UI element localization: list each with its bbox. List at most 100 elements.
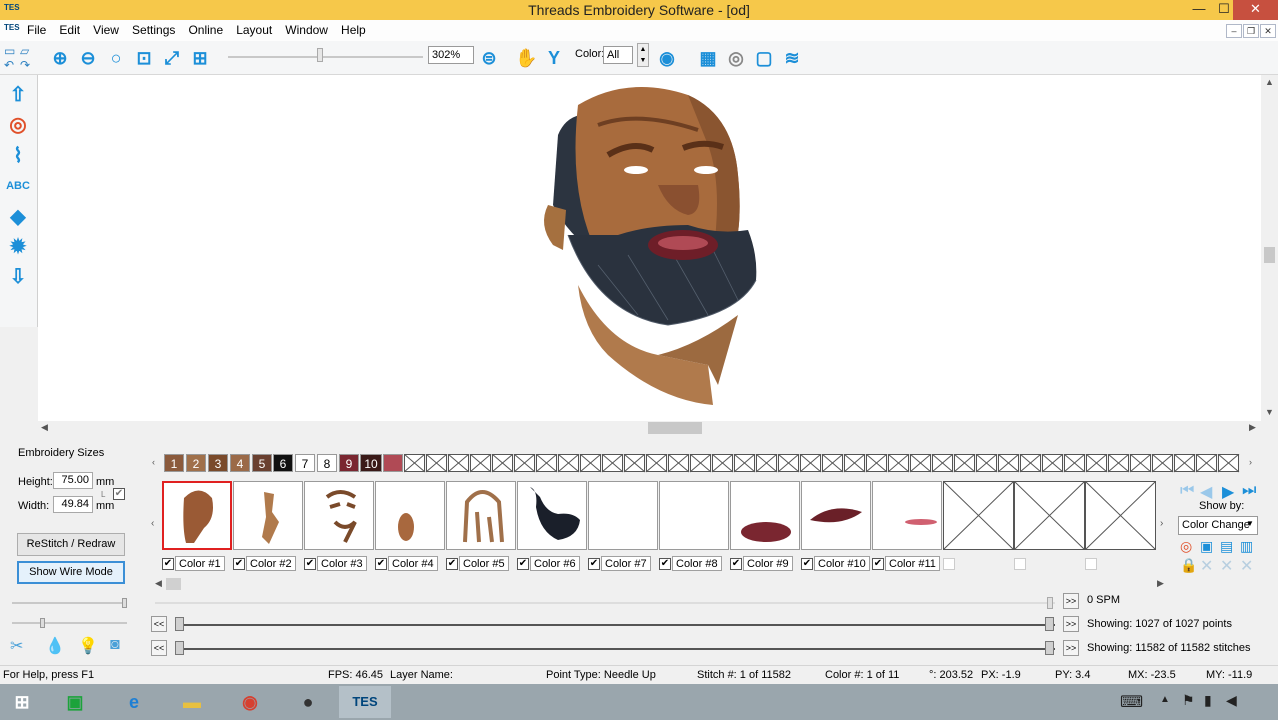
layer-thumb-11[interactable]	[872, 481, 942, 550]
target-icon[interactable]: ◎	[6, 113, 30, 137]
stitches-slider-end[interactable]	[1045, 641, 1054, 655]
page-icon[interactable]: ▢	[753, 47, 775, 69]
menu-file[interactable]: File	[22, 20, 51, 40]
layer-thumb-1[interactable]	[162, 481, 232, 550]
color-swatch-4[interactable]: 4	[230, 454, 250, 472]
aspect-lock-checkbox[interactable]: ✔	[113, 488, 125, 500]
flag-icon[interactable]: ⚑	[1182, 692, 1195, 709]
color-swatch-10[interactable]: 10	[360, 454, 382, 472]
layer-checkbox-1[interactable]: ✔	[162, 558, 174, 570]
menu-layout[interactable]: Layout	[231, 20, 277, 40]
last-frame-icon[interactable]: ⏭	[1242, 482, 1256, 500]
design-canvas[interactable]	[38, 75, 1261, 421]
zoom-in-icon[interactable]: ⊕	[49, 47, 71, 69]
size-slider-track[interactable]	[12, 622, 127, 624]
layer-checkbox-11[interactable]: ✔	[872, 558, 884, 570]
width-input[interactable]: 49.84	[53, 496, 93, 513]
color-spinner[interactable]: ▲ ▼	[637, 43, 649, 67]
delete-icon-3[interactable]: ✕	[1240, 556, 1253, 576]
color-filter-select[interactable]: All	[603, 46, 633, 64]
gear-icon[interactable]: ✹	[6, 235, 30, 259]
menu-window[interactable]: Window	[280, 20, 333, 40]
density-slider-thumb[interactable]	[122, 598, 127, 608]
doc-icon[interactable]: TES	[4, 23, 20, 32]
layer-thumb-5[interactable]	[446, 481, 516, 550]
layer-checkbox-2[interactable]: ✔	[233, 558, 245, 570]
stitches-slider-start[interactable]	[175, 641, 184, 655]
color-swatch-2[interactable]: 2	[186, 454, 206, 472]
layer-checkbox-4[interactable]: ✔	[375, 558, 387, 570]
size-slider-thumb[interactable]	[40, 618, 45, 628]
stitch-player-icon[interactable]: ◉	[656, 47, 678, 69]
color-swatch-8[interactable]: 8	[317, 454, 337, 472]
thumbs-prev-arrow[interactable]: ‹	[151, 518, 154, 529]
layer-thumb-8[interactable]	[659, 481, 729, 550]
select-tool-icon[interactable]: Y	[543, 47, 565, 69]
color-swatch-9[interactable]: 9	[339, 454, 359, 472]
layer-thumb-6[interactable]	[517, 481, 587, 550]
canvas-vertical-scrollbar[interactable]: ▲ ▼	[1261, 75, 1278, 421]
menu-help[interactable]: Help	[336, 20, 371, 40]
file-explorer-icon[interactable]: ▬	[172, 686, 212, 718]
stitches-prev-button[interactable]: <<	[151, 640, 167, 656]
minimize-button[interactable]: —	[1185, 0, 1213, 20]
tes-taskbar-button[interactable]: TES	[339, 686, 391, 718]
swatch-prev-arrow[interactable]: ‹	[152, 457, 155, 467]
zoom-icon[interactable]: ○	[105, 47, 127, 69]
grid-icon[interactable]: ▦	[697, 47, 719, 69]
keyboard-icon[interactable]: ⌨	[1120, 692, 1143, 712]
height-input[interactable]: 75.00	[53, 472, 93, 489]
zoom-slider-thumb[interactable]	[317, 48, 323, 62]
color-swatch-11[interactable]	[383, 454, 403, 472]
points-prev-button[interactable]: <<	[151, 616, 167, 632]
restitch-redraw-button[interactable]: ReStitch / Redraw	[17, 533, 125, 556]
lightbulb-icon[interactable]: 💡	[78, 636, 98, 656]
hscroll-thumb[interactable]	[648, 422, 702, 434]
undo-icon[interactable]: ↶	[4, 58, 14, 72]
color-swatch-7[interactable]: 7	[295, 454, 315, 472]
layer-checkbox-10[interactable]: ✔	[801, 558, 813, 570]
layer-scroll-left[interactable]: ◀	[155, 578, 162, 589]
menu-settings[interactable]: Settings	[127, 20, 180, 40]
chevron-down-icon[interactable]: ▼	[1246, 519, 1254, 528]
image-icon[interactable]: ▤	[1220, 538, 1233, 555]
scissors-icon[interactable]: ✂	[10, 636, 23, 656]
layer-scroll-thumb[interactable]	[166, 578, 181, 590]
hoop-icon[interactable]: ◎	[725, 47, 747, 69]
zoom-fit-icon[interactable]: ⤢	[161, 47, 183, 69]
speed-next-button[interactable]: >>	[1063, 593, 1079, 609]
show-wire-mode-button[interactable]: Show Wire Mode	[17, 561, 125, 584]
internet-explorer-icon[interactable]: e	[114, 686, 154, 718]
layer-thumb-3[interactable]	[304, 481, 374, 550]
zoom-slider-track[interactable]	[228, 56, 423, 58]
zoom-input[interactable]: 302%	[428, 46, 474, 64]
color-swatch-6[interactable]: 6	[273, 454, 293, 472]
points-next-button[interactable]: >>	[1063, 616, 1079, 632]
speed-slider-thumb[interactable]	[1047, 597, 1053, 609]
layer-thumb-9[interactable]	[730, 481, 800, 550]
droplet-icon[interactable]: 💧	[45, 636, 65, 656]
layer-thumb-7[interactable]	[588, 481, 658, 550]
zoom-extents-icon[interactable]: ⊞	[189, 47, 211, 69]
delete-icon-2[interactable]: ✕	[1220, 556, 1233, 576]
layer-thumb-10[interactable]	[801, 481, 871, 550]
next-frame-icon[interactable]: ▶	[1222, 482, 1234, 502]
canvas-horizontal-scrollbar[interactable]: ◀ ▶	[38, 421, 1261, 435]
open-folder-icon[interactable]: ▱	[20, 44, 29, 58]
points-slider-end[interactable]	[1045, 617, 1054, 631]
layer-checkbox-3[interactable]: ✔	[304, 558, 316, 570]
layer-thumb-4[interactable]	[375, 481, 445, 550]
prev-frame-icon[interactable]: ◀	[1200, 482, 1212, 502]
doc-minimize-button[interactable]: –	[1226, 24, 1242, 38]
arrow-down-icon[interactable]: ⇩	[6, 265, 30, 289]
tray-up-icon[interactable]: ▲	[1160, 694, 1170, 705]
menu-view[interactable]: View	[88, 20, 124, 40]
doc-close-button[interactable]: ✕	[1260, 24, 1276, 38]
layers-icon[interactable]: ▥	[1240, 538, 1253, 555]
frame-icon[interactable]: ▣	[1200, 538, 1213, 555]
target-small-icon[interactable]: ◎	[1180, 538, 1192, 555]
volume-icon[interactable]: ◀	[1226, 692, 1237, 709]
zoom-reset-icon[interactable]: ⊜	[478, 47, 500, 69]
obs-icon[interactable]: ●	[288, 686, 328, 718]
density-slider-track[interactable]	[12, 602, 127, 604]
